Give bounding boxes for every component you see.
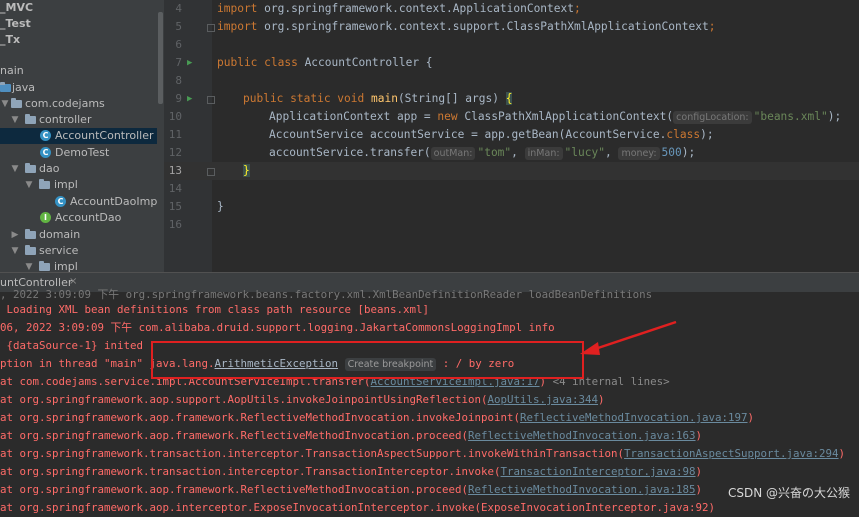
watermark: CSDN @兴奋の大公猴 [728, 486, 851, 500]
annotation-arrow [580, 320, 677, 355]
arrow-head [580, 342, 600, 355]
arrow-shaft [591, 320, 677, 352]
